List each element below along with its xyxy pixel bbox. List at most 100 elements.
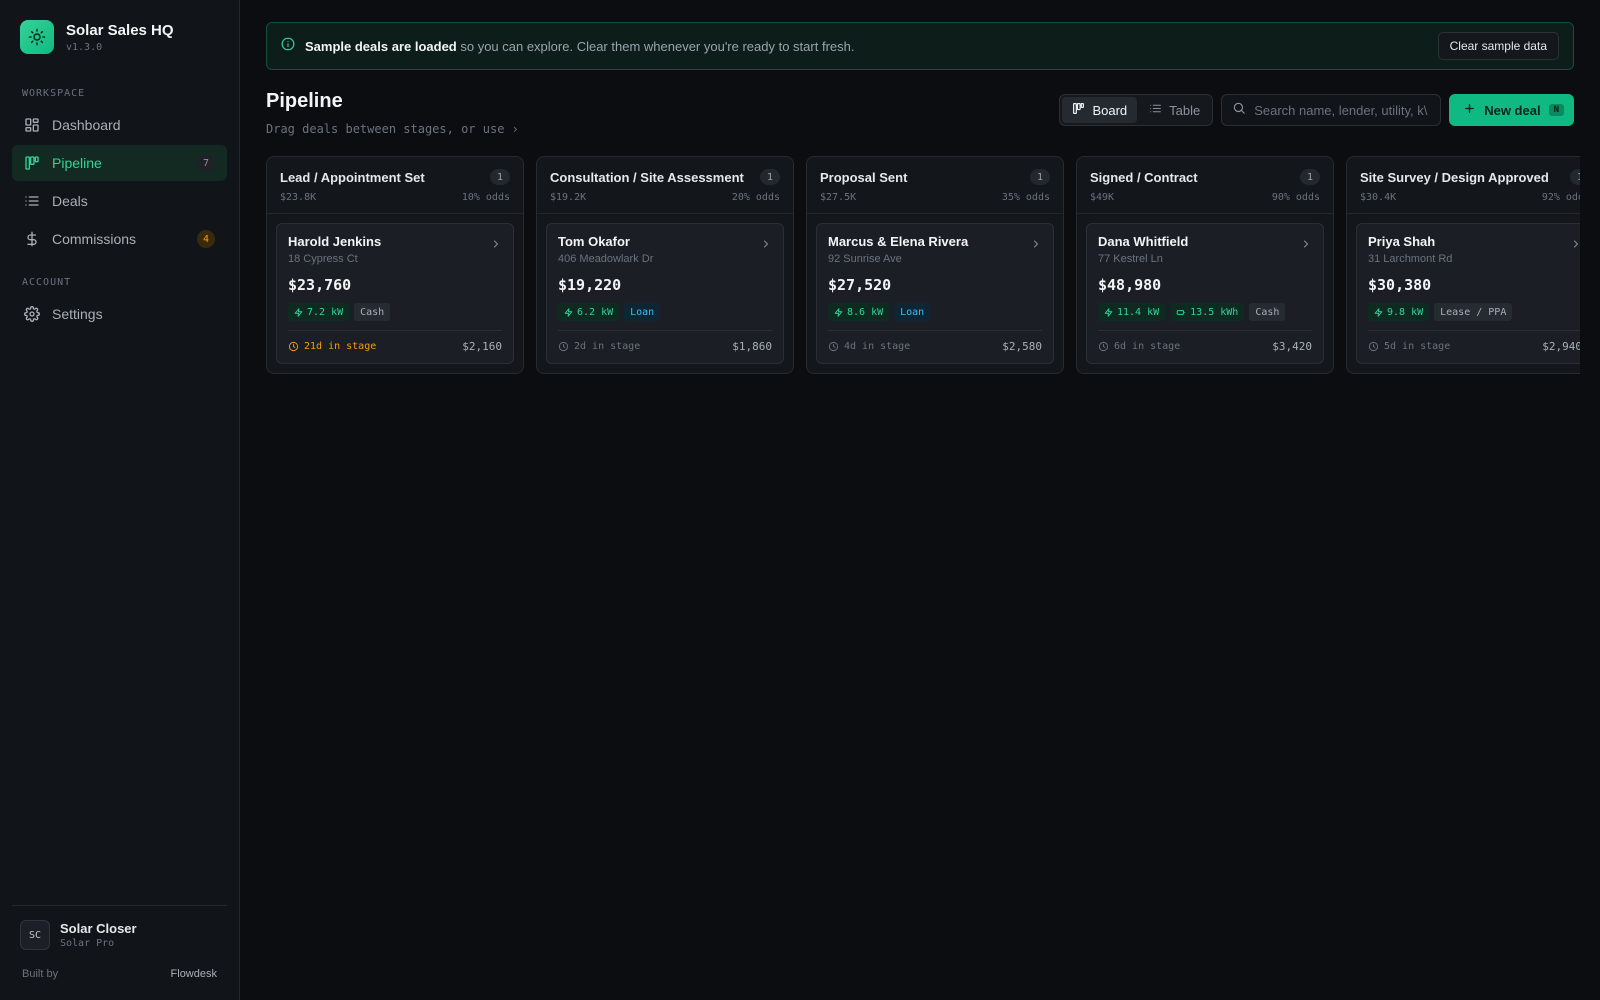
gear-icon <box>24 306 40 322</box>
sidebar-item-label: Pipeline <box>52 155 102 171</box>
column-total: $30.4K <box>1360 192 1397 203</box>
brand[interactable]: Solar Sales HQ v1.3.0 <box>12 20 227 54</box>
chevron-right-icon[interactable] <box>490 238 502 250</box>
page-header: Pipeline Drag deals between stages, or u… <box>266 90 1574 136</box>
days-in-stage: 6d in stage <box>1098 341 1180 352</box>
deal-tag-label: 7.2 kW <box>307 306 344 318</box>
board-view-label: Board <box>1092 102 1128 118</box>
deal-value: $23,760 <box>288 276 352 294</box>
search-input[interactable] <box>1254 102 1431 118</box>
column-total: $27.5K <box>820 192 857 203</box>
nav-section-account: ACCOUNT <box>22 277 72 288</box>
sample-data-banner: Sample deals are loaded so you can explo… <box>266 22 1574 70</box>
deal-tag: 9.8 kW <box>1368 303 1430 321</box>
clock-icon <box>828 341 839 352</box>
deal-name: Tom Okafor <box>558 234 630 249</box>
deal-name: Dana Whitfield <box>1098 234 1189 249</box>
column-header: Consultation / Site Assessment 1 $19.2K … <box>537 157 793 214</box>
column-odds: 92% odds <box>1541 192 1580 203</box>
table-view-button[interactable]: Table <box>1139 97 1210 123</box>
column-total: $23.8K <box>280 192 317 203</box>
sidebar-item-settings[interactable]: Settings <box>12 296 227 332</box>
deal-card[interactable]: Tom Okafor 406 Meadowlark Dr $19,220 6.2… <box>546 223 784 364</box>
new-deal-label: New deal <box>1484 102 1541 118</box>
bolt-icon <box>1374 307 1383 317</box>
bolt-icon <box>294 307 303 317</box>
board-view-button[interactable]: Board <box>1062 97 1138 123</box>
user-name: Solar Closer <box>60 921 137 936</box>
deal-card[interactable]: Marcus & Elena Rivera 92 Sunrise Ave $27… <box>816 223 1054 364</box>
deal-commission: $3,420 <box>1272 340 1312 353</box>
deal-card[interactable]: Priya Shah 31 Larchmont Rd $30,380 9.8 k… <box>1356 223 1580 364</box>
dashboard-icon <box>24 117 40 133</box>
user-profile[interactable]: SC Solar Closer Solar Pro <box>12 920 227 950</box>
deal-tag-label: 13.5 kWh <box>1190 306 1239 318</box>
column-header: Signed / Contract 1 $49K 90% odds <box>1077 157 1333 214</box>
page-subtitle: Drag deals between stages, or use › <box>266 122 519 136</box>
battery-icon <box>1176 308 1186 317</box>
column-header: Lead / Appointment Set 1 $23.8K 10% odds <box>267 157 523 214</box>
deal-tag-label: Loan <box>630 306 655 318</box>
clear-sample-data-button[interactable]: Clear sample data <box>1437 32 1559 60</box>
column-title: Proposal Sent <box>820 169 908 185</box>
sidebar-item-label: Commissions <box>52 231 137 247</box>
sidebar: Solar Sales HQ v1.3.0 WORKSPACE Dashboar… <box>0 0 240 1000</box>
deal-tag: 8.6 kW <box>828 303 890 321</box>
search-icon <box>1232 101 1246 120</box>
deal-commission: $1,860 <box>732 340 772 353</box>
deal-tags: 9.8 kW Lease / PPA <box>1368 303 1580 321</box>
column-count-badge: 1 <box>1570 169 1580 185</box>
user-plan: Solar Pro <box>60 938 115 949</box>
dollar-icon <box>24 231 40 247</box>
days-in-stage: 5d in stage <box>1368 341 1450 352</box>
deal-card[interactable]: Dana Whitfield 77 Kestrel Ln $48,980 11.… <box>1086 223 1324 364</box>
sidebar-item-dashboard[interactable]: Dashboard <box>12 107 227 143</box>
plus-icon <box>1463 102 1476 118</box>
deal-tag: Loan <box>894 303 931 321</box>
column-title: Consultation / Site Assessment <box>550 169 744 185</box>
deal-name: Harold Jenkins <box>288 234 382 249</box>
sidebar-item-deals[interactable]: Deals <box>12 183 227 219</box>
days-in-stage: 2d in stage <box>558 341 640 352</box>
days-in-stage-label: 5d in stage <box>1384 341 1451 352</box>
deal-tag-label: Cash <box>1255 306 1280 318</box>
clock-icon <box>288 341 299 352</box>
days-in-stage-label: 2d in stage <box>574 341 641 352</box>
search-field[interactable] <box>1221 94 1442 126</box>
column-count-badge: 1 <box>760 169 780 185</box>
sidebar-item-commissions[interactable]: Commissions 4 <box>12 221 227 257</box>
column-header: Proposal Sent 1 $27.5K 35% odds <box>807 157 1063 214</box>
built-by-link[interactable]: Flowdesk <box>171 968 217 980</box>
deal-value: $30,380 <box>1368 276 1432 294</box>
new-deal-button[interactable]: New deal N <box>1449 94 1574 126</box>
chevron-right-icon[interactable] <box>1570 238 1580 250</box>
banner-message: Sample deals are loaded so you can explo… <box>305 39 1428 54</box>
pipeline-column: Lead / Appointment Set 1 $23.8K 10% odds… <box>266 156 524 374</box>
column-odds: 90% odds <box>1271 192 1320 203</box>
deal-tags: 7.2 kW Cash <box>288 303 502 321</box>
column-odds: 20% odds <box>731 192 780 203</box>
days-in-stage-label: 21d in stage <box>304 341 377 352</box>
sidebar-item-pipeline[interactable]: Pipeline 7 <box>12 145 227 181</box>
sidebar-item-label: Dashboard <box>52 117 121 133</box>
deal-tags: 11.4 kW 13.5 kWh Cash <box>1098 303 1312 321</box>
pipeline-column: Proposal Sent 1 $27.5K 35% odds Marcus &… <box>806 156 1064 374</box>
deal-commission: $2,580 <box>1002 340 1042 353</box>
deal-tag-label: 11.4 kW <box>1117 306 1160 318</box>
app-version: v1.3.0 <box>66 41 103 53</box>
list-icon <box>24 193 40 209</box>
deal-value: $19,220 <box>558 276 622 294</box>
column-odds: 35% odds <box>1001 192 1050 203</box>
column-count-badge: 1 <box>1300 169 1320 185</box>
deal-value: $48,980 <box>1098 276 1162 294</box>
chevron-right-icon[interactable] <box>1300 238 1312 250</box>
chevron-right-icon[interactable] <box>760 238 772 250</box>
sidebar-item-label: Settings <box>52 306 103 322</box>
built-by: Built by Flowdesk <box>12 968 227 980</box>
banner-strong: Sample deals are loaded <box>305 38 457 54</box>
chevron-right-icon[interactable] <box>1030 238 1042 250</box>
pipeline-column: Site Survey / Design Approved 1 $30.4K 9… <box>1346 156 1580 374</box>
sidebar-divider <box>12 905 227 906</box>
deal-card[interactable]: Harold Jenkins 18 Cypress Ct $23,760 7.2… <box>276 223 514 364</box>
deal-tag-label: Loan <box>900 306 925 318</box>
